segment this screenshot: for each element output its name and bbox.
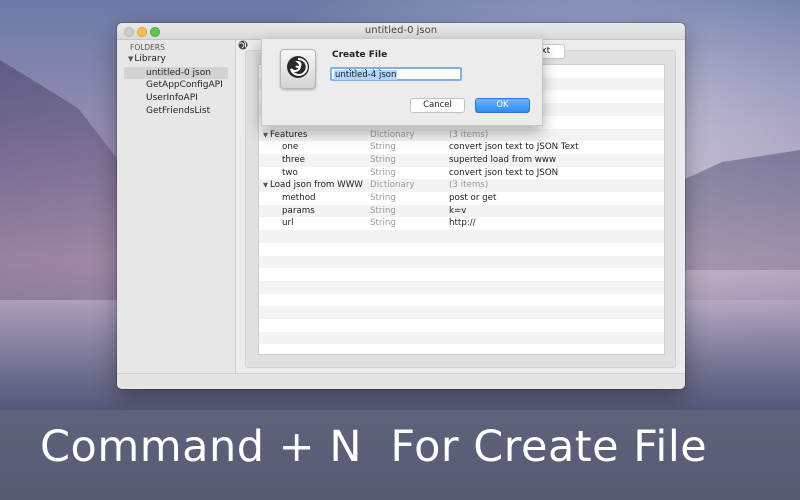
table-row[interactable] xyxy=(259,294,664,307)
table-row[interactable]: one String convert json text to JSON Text xyxy=(259,141,664,154)
table-row[interactable] xyxy=(259,255,664,269)
sidebar-item-library[interactable]: ▼Library xyxy=(128,54,166,64)
row-value: superted load from www xyxy=(449,154,557,165)
row-key: one xyxy=(282,141,298,154)
table-row[interactable] xyxy=(259,230,664,243)
disclosure-triangle-icon[interactable]: ▼ xyxy=(128,55,133,63)
swirl-logo-icon xyxy=(287,56,309,78)
sidebar-item-userinfoapi[interactable]: UserInfoAPI xyxy=(146,93,198,103)
row-value: post or get xyxy=(449,193,497,203)
row-type: Dictionary xyxy=(370,180,415,191)
row-type: String xyxy=(370,142,396,153)
ok-button[interactable]: OK xyxy=(475,98,530,113)
table-row[interactable]: method String post or get xyxy=(259,192,664,205)
sidebar-item-label: UserInfoAPI xyxy=(146,93,198,103)
table-row[interactable] xyxy=(259,268,664,281)
row-value: convert json text to JSON Text xyxy=(449,142,579,153)
app-icon xyxy=(280,49,316,89)
sidebar-item-getfriendslist[interactable]: GetFriendsList xyxy=(146,106,210,116)
file-name-selected-text: untitled-4 json xyxy=(334,70,398,80)
sidebar-item-getappconfigapi[interactable]: GetAppConfigAPI xyxy=(146,80,223,90)
table-row[interactable]: two String convert json text to JSON xyxy=(259,167,664,180)
table-row[interactable] xyxy=(259,243,664,256)
sidebar-item-label: untitled-0 json xyxy=(146,68,211,78)
row-type: String xyxy=(370,218,396,229)
row-key: three xyxy=(282,154,305,167)
sidebar-item-label: GetAppConfigAPI xyxy=(146,80,223,90)
dialog-title: Create File xyxy=(332,50,388,60)
row-type: String xyxy=(370,167,396,178)
table-row[interactable]: url String http:// xyxy=(259,217,664,230)
row-type: String xyxy=(370,205,396,216)
row-value: (3 items) xyxy=(449,180,489,191)
table-row[interactable]: ▼ Features Dictionary (3 items) xyxy=(259,128,664,142)
row-value: k=v xyxy=(449,205,467,216)
row-key: ▼ Load json from WWW xyxy=(263,179,363,192)
table-row[interactable] xyxy=(259,319,664,332)
promo-caption: Command + N For Create File xyxy=(40,422,708,472)
sidebar-item-untitled-0-json[interactable]: untitled-0 json xyxy=(124,67,228,79)
sidebar: FOLDERS ▼Library untitled-0 json GetAppC… xyxy=(117,40,236,373)
disclosure-triangle-icon[interactable]: ▼ xyxy=(263,181,268,189)
row-key-label: url xyxy=(282,218,294,229)
title-bar[interactable]: untitled-0 json xyxy=(117,23,685,40)
row-type: String xyxy=(370,154,396,165)
folders-header: FOLDERS xyxy=(130,43,165,52)
row-key: ▼ Features xyxy=(263,129,307,142)
row-key: two xyxy=(282,167,298,180)
status-bar xyxy=(117,373,685,389)
row-type: String xyxy=(370,193,396,203)
table-row[interactable] xyxy=(259,306,664,319)
row-key-label: three xyxy=(282,154,305,165)
table-row[interactable] xyxy=(259,280,664,294)
create-file-dialog: Create File untitled-4 json Cancel OK xyxy=(261,39,543,126)
row-key: method xyxy=(282,192,316,205)
row-key-label: params xyxy=(282,205,315,216)
cancel-button[interactable]: Cancel xyxy=(410,98,465,113)
table-row[interactable]: params String k=v xyxy=(259,204,664,218)
row-key-label: one xyxy=(282,142,299,153)
disclosure-triangle-icon[interactable]: ▼ xyxy=(263,131,268,139)
row-key-label: two xyxy=(282,167,298,178)
row-value: convert json text to JSON xyxy=(449,167,559,178)
sidebar-item-label: GetFriendsList xyxy=(146,106,211,116)
row-value: http:// xyxy=(449,218,476,229)
table-row[interactable]: three String superted load from www xyxy=(259,153,664,167)
table-row[interactable]: ▼ Load json from WWW Dictionary (3 items) xyxy=(259,179,664,192)
sidebar-item-label: Library xyxy=(134,54,166,64)
globe-icon[interactable] xyxy=(238,40,248,50)
window-title: untitled-0 json xyxy=(364,25,438,36)
row-key: url xyxy=(282,217,294,230)
table-row[interactable] xyxy=(259,331,664,345)
table-row[interactable] xyxy=(259,344,664,354)
row-key: params xyxy=(282,205,315,218)
row-type: Dictionary xyxy=(370,129,415,140)
row-key-label: Features xyxy=(270,129,308,140)
row-value: (3 items) xyxy=(449,129,489,140)
row-key-label: method xyxy=(282,193,316,203)
row-key-label: Load json from WWW xyxy=(270,180,363,191)
